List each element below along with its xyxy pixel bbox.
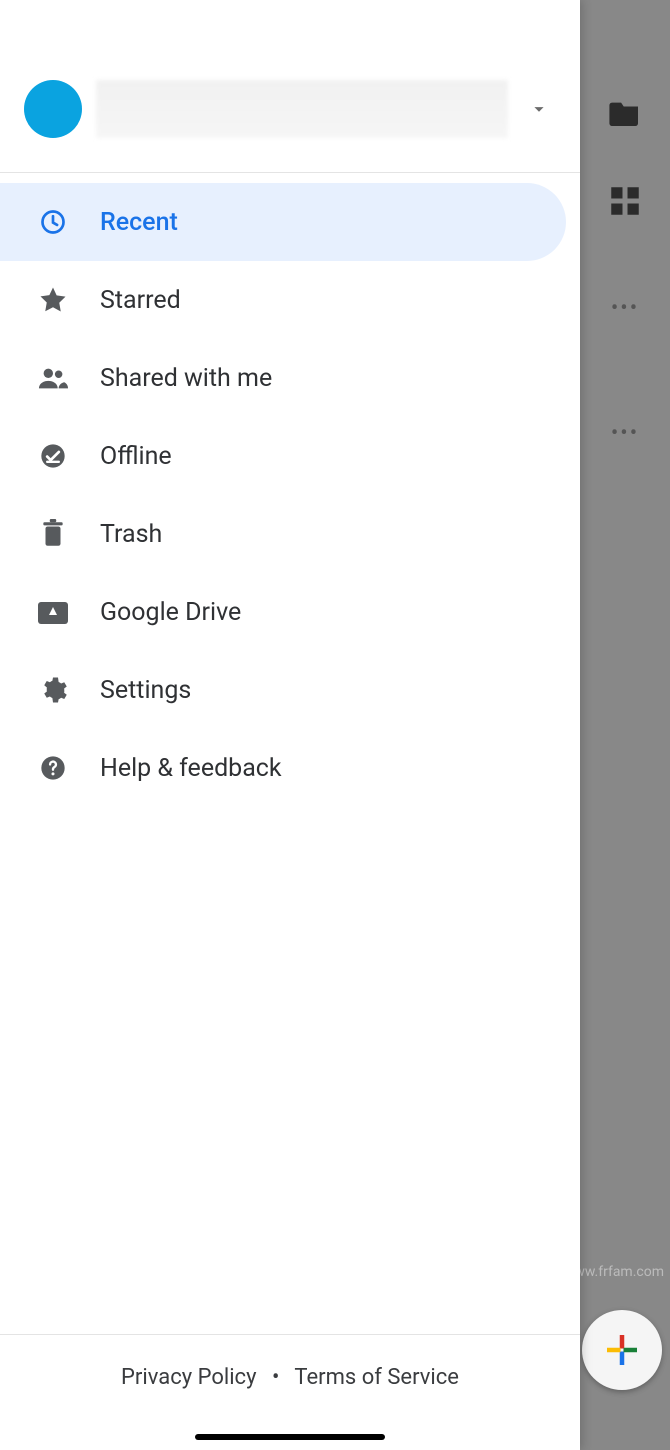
star-icon xyxy=(38,285,68,315)
more-icon[interactable]: ••• xyxy=(611,296,639,321)
nav-item-label: Trash xyxy=(100,520,162,549)
nav-item-settings[interactable]: Settings xyxy=(0,651,580,729)
privacy-link[interactable]: Privacy Policy xyxy=(121,1365,256,1390)
nav-menu: Recent Starred Shared with me Offline Trash G… xyxy=(0,173,580,1334)
nav-item-label: Google Drive xyxy=(100,598,241,627)
drive-icon xyxy=(38,600,68,624)
people-icon xyxy=(38,366,68,390)
nav-item-label: Shared with me xyxy=(100,364,272,393)
nav-item-starred[interactable]: Starred xyxy=(0,261,580,339)
avatar xyxy=(24,80,82,138)
clock-icon xyxy=(38,208,68,236)
nav-item-trash[interactable]: Trash xyxy=(0,495,580,573)
grid-view-icon[interactable] xyxy=(610,186,640,216)
nav-item-label: Settings xyxy=(100,676,191,705)
nav-drawer: Recent Starred Shared with me Offline Trash G… xyxy=(0,0,580,1450)
nav-item-help[interactable]: Help & feedback xyxy=(0,729,580,807)
nav-item-shared[interactable]: Shared with me xyxy=(0,339,580,417)
nav-item-offline[interactable]: Offline xyxy=(0,417,580,495)
chevron-down-icon xyxy=(522,98,556,120)
gear-icon xyxy=(38,675,68,705)
home-indicator xyxy=(195,1434,385,1440)
nav-item-drive[interactable]: Google Drive xyxy=(0,573,580,651)
account-switcher[interactable] xyxy=(0,0,580,173)
nav-item-label: Recent xyxy=(100,208,178,237)
terms-link[interactable]: Terms of Service xyxy=(294,1365,459,1390)
nav-item-label: Starred xyxy=(100,286,181,315)
nav-item-recent[interactable]: Recent xyxy=(0,183,566,261)
nav-item-label: Offline xyxy=(100,442,172,471)
account-info-redacted xyxy=(96,80,508,138)
offline-icon xyxy=(38,442,68,470)
help-icon xyxy=(38,754,68,782)
folder-icon xyxy=(609,100,641,126)
more-icon[interactable]: ••• xyxy=(611,421,639,446)
trash-icon xyxy=(38,519,68,549)
footer-separator: • xyxy=(262,1365,289,1390)
nav-item-label: Help & feedback xyxy=(100,754,282,783)
drawer-footer: Privacy Policy • Terms of Service xyxy=(0,1334,580,1450)
add-button[interactable] xyxy=(582,1310,662,1390)
